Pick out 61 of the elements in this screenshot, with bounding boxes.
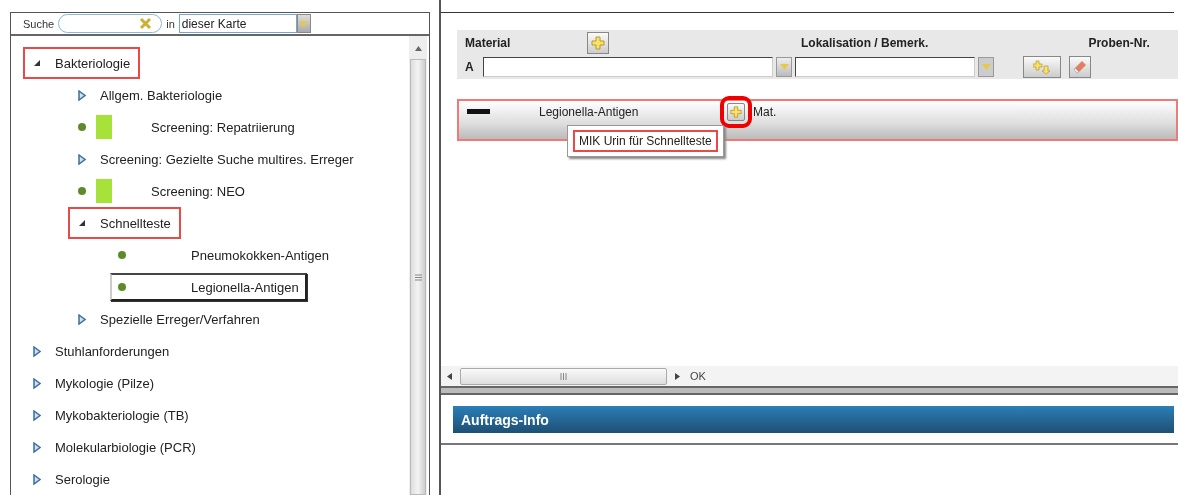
scope-dropdown[interactable]: dieser Karte [178,14,297,33]
grip-icon [414,273,422,281]
location-field[interactable] [795,57,975,77]
tree-item[interactable]: Screening: Repatriierung [70,113,303,141]
collapsed-icon[interactable] [33,377,41,389]
status-dot [118,283,126,291]
scrollbar[interactable] [409,36,427,495]
eraser-button[interactable] [1069,56,1091,78]
collapsed-icon[interactable] [33,409,41,421]
tree-item[interactable]: Bakteriologie [25,49,139,77]
info-header: Auftrags-Info [453,406,1174,433]
tree-item[interactable]: Serologie [25,465,118,493]
collapsed-icon[interactable] [33,345,41,357]
row-label: A [465,60,475,74]
plus-icon [591,36,605,50]
collapsed-icon[interactable] [78,313,86,325]
menu-item[interactable]: MIK Urin für Schnellteste [573,130,718,152]
material-label: Mat. [753,105,777,119]
scrollbar-thumb[interactable] [460,367,667,385]
column-label: Lokalisation / Bemerk. [801,36,929,50]
expanded-icon[interactable] [78,219,86,227]
plus-icon [730,106,742,118]
collapsed-icon[interactable] [78,89,86,101]
status-dot [78,187,86,195]
tree-item[interactable]: Mykobakteriologie (TB) [25,401,197,429]
caret-icon [779,64,789,70]
column-label: Proben-Nr. [1088,36,1150,50]
collapsed-icon[interactable] [33,473,41,485]
search-label: Suche [23,17,55,30]
status-bar-marker [467,109,490,114]
scroll-right-icon[interactable] [675,372,680,380]
tree-item[interactable]: Schnellteste [70,209,179,237]
tree-item[interactable]: Stuhlanforderungen [25,337,178,365]
tree-item[interactable]: Spezielle Erreger/Verfahren [70,305,268,333]
status-text: OK [690,370,706,382]
scope-label: in [166,17,175,30]
caret-icon [299,20,309,27]
collapsed-icon[interactable] [33,441,41,453]
tree-item[interactable]: Mykologie (Pilze) [25,369,162,397]
expanded-icon[interactable] [33,59,41,67]
plus-arrow-icon [1033,60,1051,74]
tree-item[interactable]: Allgem. Bakteriologie [70,81,231,109]
tree-item[interactable]: Pneumokokken-Antigen [110,241,338,269]
collapsed-icon[interactable] [78,153,86,165]
tree-item[interactable]: Screening: Gezielte Suche multires. Erreger [70,145,362,173]
status-dot [118,251,126,259]
eraser-icon [1073,60,1087,74]
scroll-up-icon[interactable] [414,46,422,51]
copy-button[interactable] [1023,56,1061,78]
column-label: Material [465,36,512,50]
tree-item[interactable]: Legionella-Antigen [110,273,307,301]
add-button[interactable] [587,32,609,54]
tree-item[interactable]: Molekularbiologie (PCR) [25,433,204,461]
status-dot [78,123,86,131]
splitter[interactable] [441,386,1178,395]
caret-icon [981,64,991,70]
scroll-left-icon[interactable] [447,372,452,380]
material-field[interactable] [483,57,773,77]
tree-item[interactable]: Screening: NEO [70,177,253,205]
order-name: Legionella-Antigen [539,105,640,119]
grip-icon [560,372,567,380]
